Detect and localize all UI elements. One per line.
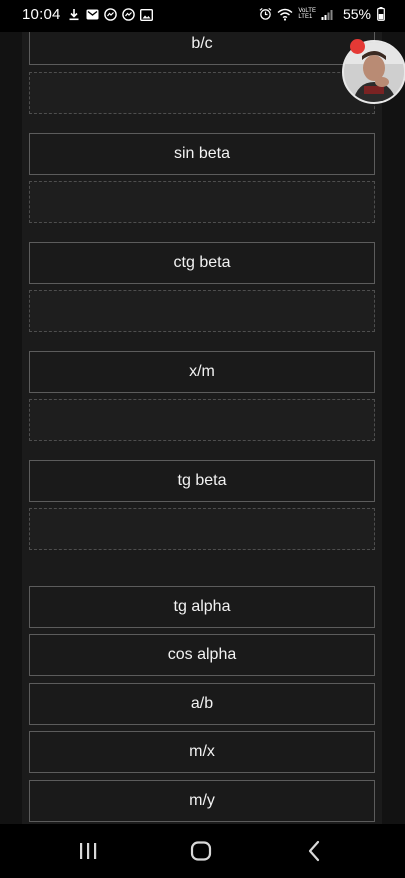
- option-tile[interactable]: m/x: [29, 731, 375, 773]
- recent-apps-icon: [80, 843, 97, 859]
- drop-zone[interactable]: [29, 399, 375, 441]
- messenger-icon: [121, 8, 135, 21]
- answer-tile[interactable]: sin beta: [29, 133, 375, 175]
- answer-tile[interactable]: x/m: [29, 351, 375, 393]
- messenger-icon: [103, 8, 117, 21]
- option-label: m/x: [189, 743, 215, 760]
- option-label: a/b: [190, 695, 214, 712]
- answer-label: x/m: [189, 363, 215, 380]
- option-tile[interactable]: tg alpha: [29, 586, 375, 628]
- answer-label: b/c: [191, 35, 213, 52]
- answer-tile[interactable]: b/c: [29, 32, 375, 65]
- navigation-bar: [0, 824, 405, 878]
- recent-apps-button[interactable]: [68, 836, 108, 866]
- alarm-icon: [259, 7, 272, 21]
- option-label: cos alpha: [167, 646, 237, 663]
- drop-zone[interactable]: [29, 181, 375, 223]
- option-tile[interactable]: cos alpha: [29, 634, 375, 676]
- option-tile[interactable]: a/b: [29, 683, 375, 725]
- network-type-label: VoLTE LTE1: [298, 8, 316, 20]
- notification-badge: [350, 39, 365, 54]
- battery-icon: [376, 7, 385, 21]
- option-label: m/y: [189, 792, 215, 809]
- image-icon: [139, 8, 153, 21]
- drop-zone[interactable]: [29, 508, 375, 550]
- status-left: 10:04: [22, 6, 153, 23]
- back-button[interactable]: [294, 836, 334, 866]
- wifi-icon: [277, 8, 293, 21]
- answer-tile[interactable]: ctg beta: [29, 242, 375, 284]
- back-icon: [308, 840, 320, 862]
- quiz-content[interactable]: b/c sin beta ctg beta x/m tg beta tg alp…: [0, 32, 405, 824]
- answer-label: ctg beta: [173, 254, 231, 271]
- download-icon: [68, 8, 81, 21]
- option-tile[interactable]: m/y: [29, 780, 375, 822]
- option-label: tg alpha: [173, 598, 231, 615]
- home-icon: [190, 841, 212, 861]
- answer-label: tg beta: [177, 472, 227, 489]
- status-right: VoLTE LTE1 55%: [259, 6, 385, 22]
- mail-icon: [86, 8, 99, 21]
- status-bar: 10:04 VoLTE LTE1 55%: [0, 0, 405, 32]
- home-button[interactable]: [181, 836, 221, 866]
- battery-percent: 55%: [342, 6, 371, 22]
- status-time: 10:04: [22, 6, 61, 23]
- answer-tile[interactable]: tg beta: [29, 460, 375, 502]
- drop-zone[interactable]: [29, 72, 375, 114]
- answer-label: sin beta: [173, 145, 231, 162]
- lte-label: LTE1: [298, 14, 313, 20]
- drop-zone[interactable]: [29, 290, 375, 332]
- signal-icon: [321, 8, 334, 21]
